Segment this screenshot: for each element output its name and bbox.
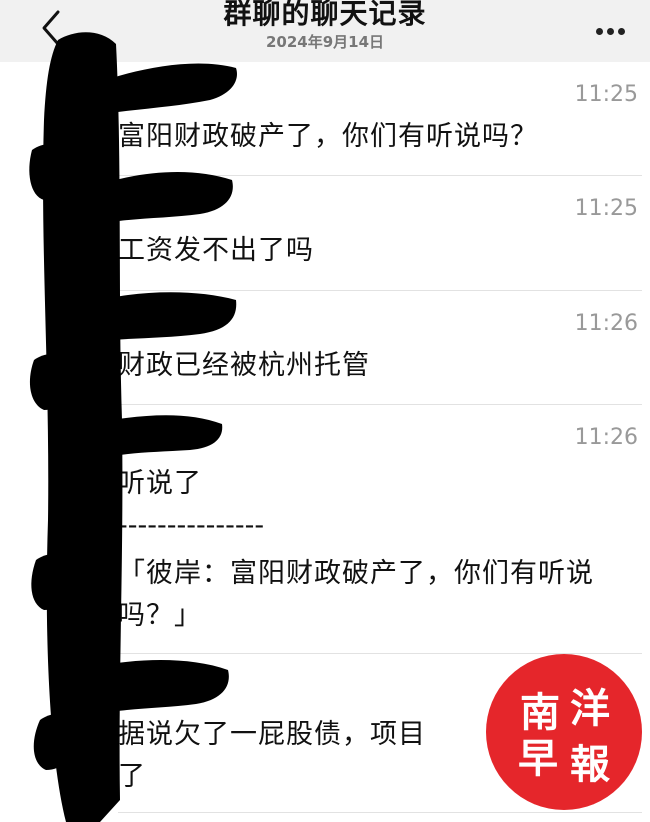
- watermark-stamp: 南 洋 早 報: [484, 652, 644, 812]
- svg-text:報: 報: [570, 741, 610, 788]
- chat-history-screen: 群聊的聊天记录 2024年9月14日 11:25 富阳财政破产了，你们有听说吗？…: [0, 0, 650, 822]
- svg-text:早: 早: [518, 735, 558, 782]
- svg-text:洋: 洋: [570, 685, 610, 732]
- svg-text:南: 南: [520, 689, 560, 736]
